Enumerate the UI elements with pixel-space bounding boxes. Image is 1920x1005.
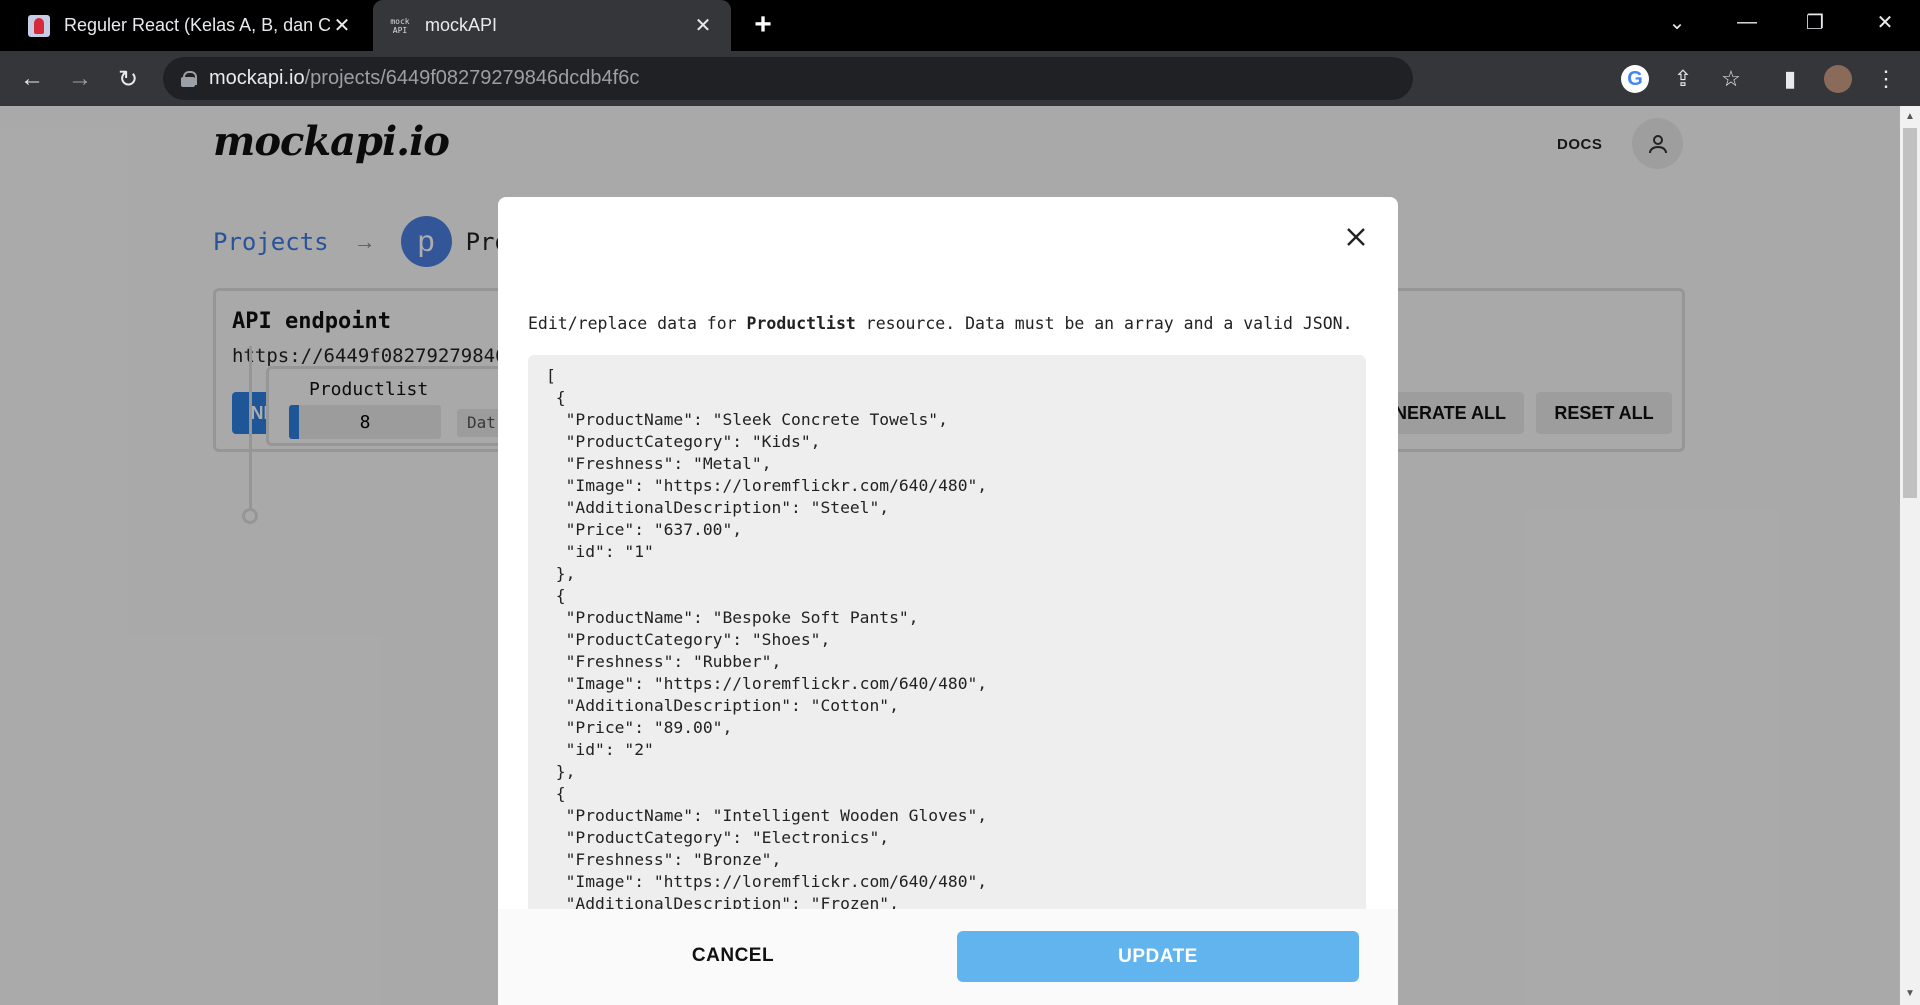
arrow-right-icon[interactable]: → (62, 61, 98, 97)
restore-icon[interactable]: ❐ (1790, 0, 1840, 44)
browser-tab-reguler-react[interactable]: Reguler React (Kelas A, B, dan C) ✕ (12, 0, 370, 51)
modal-footer: CANCEL UPDATE (498, 909, 1398, 1005)
json-editor[interactable]: [ { "ProductName": "Sleek Concrete Towel… (528, 355, 1366, 915)
url-host: mockapi.io (209, 67, 305, 89)
arrow-left-icon[interactable]: ← (14, 61, 50, 97)
resource-name-bold: Productlist (746, 314, 856, 333)
minimize-icon[interactable]: — (1722, 0, 1772, 44)
edit-data-modal: Edit/replace data for Productlist resour… (498, 197, 1398, 1005)
close-tab-icon[interactable]: ✕ (691, 14, 715, 38)
window-close-icon[interactable]: ✕ (1860, 0, 1910, 44)
new-tab-icon[interactable]: + (748, 10, 778, 41)
scroll-up-icon[interactable]: ▲ (1900, 108, 1920, 126)
cancel-button[interactable]: CANCEL (658, 931, 808, 981)
profile-avatar-icon[interactable] (1824, 65, 1852, 93)
scroll-down-icon[interactable]: ▼ (1900, 985, 1920, 1003)
address-bar[interactable]: mockapi.io/projects/6449f08279279846dcdb… (163, 57, 1413, 100)
browser-tabstrip: Reguler React (Kelas A, B, dan C) ✕ mock… (0, 0, 1920, 51)
mockapi-favicon-icon: mock API (390, 16, 410, 35)
browser-toolbar: ← → ↻ mockapi.io/projects/6449f082792798… (0, 51, 1920, 106)
page-scrollbar[interactable]: ▲ ▼ (1900, 106, 1920, 1005)
url-path: /projects/6449f08279279846dcdb4f6c (304, 67, 640, 89)
modal-description: Edit/replace data for Productlist resour… (528, 314, 1353, 333)
tab-title: Reguler React (Kelas A, B, dan C) (64, 15, 330, 35)
lock-icon[interactable] (181, 70, 197, 87)
star-icon[interactable]: ☆ (1717, 65, 1745, 93)
close-tab-icon[interactable]: ✕ (330, 14, 354, 38)
tab-title: mockAPI (425, 15, 498, 35)
google-icon[interactable]: G (1621, 65, 1649, 93)
close-icon[interactable] (1338, 219, 1374, 255)
json-editor-content[interactable]: [ { "ProductName": "Sleek Concrete Towel… (546, 365, 1348, 915)
tab-search-icon[interactable]: ⌄ (1652, 0, 1702, 44)
browser-tab-mockapi[interactable]: mock API mockAPI ✕ (373, 0, 731, 51)
description-suffix: resource. Data must be an array and a va… (855, 314, 1353, 333)
classroom-favicon-icon (28, 14, 50, 37)
share-icon[interactable]: ⇪ (1669, 65, 1697, 93)
scrollbar-thumb[interactable] (1903, 128, 1917, 498)
update-button[interactable]: UPDATE (957, 931, 1359, 982)
side-panel-icon[interactable]: ▮ (1776, 65, 1804, 93)
reload-icon[interactable]: ↻ (110, 61, 146, 97)
description-prefix: Edit/replace data for (528, 314, 747, 333)
kebab-menu-icon[interactable]: ⋮ (1872, 65, 1900, 93)
